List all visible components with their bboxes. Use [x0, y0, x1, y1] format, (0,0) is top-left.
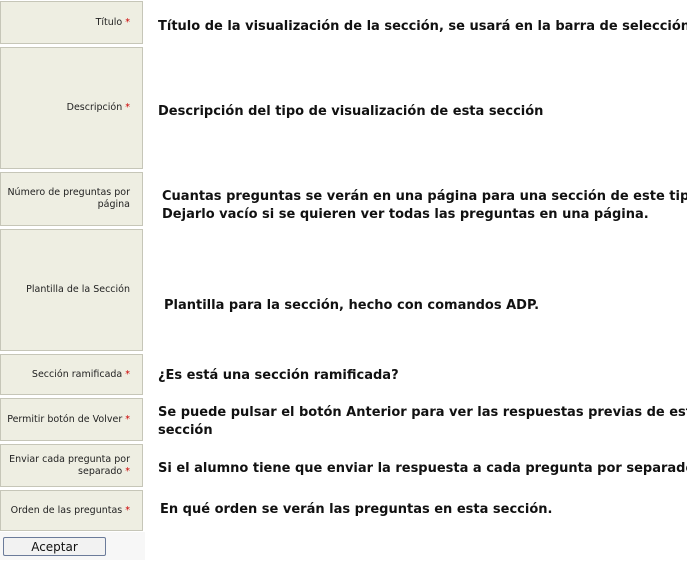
required-asterisk: *	[125, 465, 130, 477]
field-description-plantilla: Plantilla para la sección, hecho con com…	[164, 298, 540, 313]
required-asterisk: *	[125, 504, 130, 516]
field-label-boton-volver: Permitir botón de Volver *	[0, 398, 143, 441]
field-label-ramificada: Sección ramificada *	[0, 354, 143, 395]
field-description-titulo: Título de la visualización de la sección…	[158, 19, 687, 34]
accept-button[interactable]: Aceptar	[3, 537, 106, 556]
label-text: Permitir botón de Volver	[7, 413, 123, 425]
field-label-num-preguntas: Número de preguntas por página	[0, 172, 143, 226]
required-asterisk: *	[125, 102, 130, 114]
required-asterisk: *	[125, 16, 130, 28]
field-label-plantilla: Plantilla de la Sección	[0, 229, 143, 351]
field-label-titulo: Título *	[0, 1, 143, 44]
label-text: Descripción	[66, 102, 123, 114]
field-description-boton-volver: Se puede pulsar el botón Anterior para v…	[158, 405, 687, 438]
field-description-orden: En qué orden se verán las preguntas en e…	[160, 502, 553, 517]
field-label-orden: Orden de las preguntas *	[0, 490, 143, 531]
label-text: Número de preguntas por página	[7, 187, 130, 210]
label-text: Título	[95, 16, 123, 28]
field-label-descripcion: Descripción *	[0, 47, 143, 169]
field-description-descripcion: Descripción del tipo de visualización de…	[158, 104, 544, 119]
label-text: Sección ramificada	[31, 368, 123, 380]
field-description-num-preguntas: Cuantas preguntas se verán en una página…	[162, 189, 687, 222]
field-label-enviar-separado: Enviar cada pregunta por separado *	[0, 444, 143, 487]
label-text: Plantilla de la Sección	[26, 284, 130, 296]
field-description-enviar-separado: Si el alumno tiene que enviar la respues…	[158, 461, 687, 476]
field-description-ramificada: ¿Es está una sección ramificada?	[158, 368, 399, 383]
label-text: Orden de las preguntas	[10, 504, 123, 516]
required-asterisk: *	[125, 413, 130, 425]
label-text: Enviar cada pregunta por separado *	[9, 453, 130, 477]
required-asterisk: *	[125, 368, 130, 380]
